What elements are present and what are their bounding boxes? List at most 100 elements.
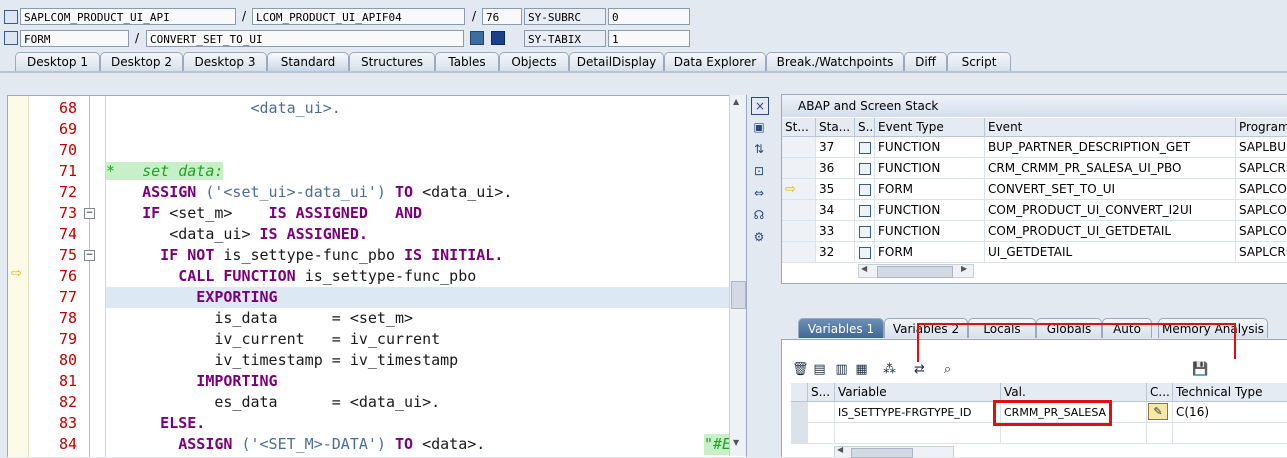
stack-event[interactable]: UI_GETDETAIL <box>985 242 1236 263</box>
table-row[interactable] <box>782 200 816 221</box>
tab-standard[interactable]: Standard <box>267 52 349 71</box>
var-col-header[interactable]: S... <box>808 383 835 402</box>
tab-memory-analysis[interactable]: Memory Analysis <box>1158 318 1268 338</box>
stack-program[interactable]: SAPLCOM <box>1236 221 1287 242</box>
delete-icon[interactable]: 🗑 <box>792 362 809 377</box>
tab-variables-1[interactable]: Variables 1 <box>798 318 884 338</box>
tab-tables[interactable]: Tables <box>435 52 499 71</box>
tab-objects[interactable]: Objects <box>499 52 569 71</box>
edit-icon[interactable]: ✎ <box>1148 403 1168 420</box>
row-selector[interactable] <box>791 402 808 423</box>
stack-event[interactable]: COM_PRODUCT_UI_GETDETAIL <box>985 221 1236 242</box>
stack-event-type[interactable]: FUNCTION <box>875 200 985 221</box>
editor-vertical-scrollbar[interactable]: ▲ ▼ <box>729 95 746 456</box>
stack-program[interactable]: SAPLCOM <box>1236 179 1287 200</box>
transfer-icon[interactable]: ⇄ <box>912 362 927 377</box>
tab-detaildisplay[interactable]: DetailDisplay <box>569 52 664 71</box>
stack-event-type[interactable]: FORM <box>875 179 985 200</box>
stack-event-type[interactable]: FUNCTION <box>875 158 985 179</box>
tab-script[interactable]: Script <box>947 52 1011 71</box>
stack-level[interactable]: 36 <box>816 158 855 179</box>
navigate-icon[interactable] <box>470 31 484 45</box>
empty-row[interactable] <box>808 423 835 444</box>
sy-tabix-value[interactable]: 1 <box>608 30 690 47</box>
event-type-field[interactable]: FORM <box>20 30 129 47</box>
tab-breakpoints[interactable]: Break./Watchpoints <box>766 52 904 71</box>
services-icon[interactable]: ☊ <box>751 207 767 223</box>
line-field[interactable]: 76 <box>482 8 522 25</box>
stack-level[interactable]: 34 <box>816 200 855 221</box>
row-selector[interactable] <box>791 423 808 444</box>
stack-event[interactable]: CRM_CRMM_PR_SALESA_UI_PBO <box>985 158 1236 179</box>
stack-event[interactable]: BUP_PARTNER_DESCRIPTION_GET <box>985 137 1236 158</box>
stack-event-type[interactable]: FORM <box>875 242 985 263</box>
tab-auto[interactable]: Auto <box>1102 318 1152 338</box>
insert-icon[interactable]: ▤ <box>812 362 827 377</box>
tab-variables-2[interactable]: Variables 2 <box>884 318 968 338</box>
tab-data-explorer[interactable]: Data Explorer <box>664 52 766 71</box>
tab-globals[interactable]: Globals <box>1036 318 1102 338</box>
maximize-icon[interactable]: ⊡ <box>751 163 767 179</box>
var-col-header[interactable]: Technical Type <box>1173 383 1287 402</box>
stack-program[interactable]: SAPLCRM <box>1236 242 1287 263</box>
hierarchy-icon[interactable]: ⁂ <box>882 362 897 377</box>
import-icon[interactable]: ▥ <box>834 362 849 377</box>
tab-locals[interactable]: Locals <box>968 318 1036 338</box>
stack-level[interactable]: 32 <box>816 242 855 263</box>
tab-diff[interactable]: Diff <box>904 52 947 71</box>
tab-desktop-2[interactable]: Desktop 2 <box>100 52 183 71</box>
stack-level[interactable]: 35 <box>816 179 855 200</box>
replace-tool-icon[interactable]: ⇅ <box>751 141 767 157</box>
stack-program[interactable]: SAPLCRM <box>1236 158 1287 179</box>
find-icon[interactable]: ⌕ <box>940 362 955 377</box>
stack-col-header[interactable]: St... <box>782 118 816 137</box>
empty-row[interactable] <box>1001 423 1147 444</box>
variables-horizontal-scrollbar[interactable]: ◀ <box>834 445 954 458</box>
export-icon[interactable]: ▦ <box>854 362 869 377</box>
stack-event-type[interactable]: FUNCTION <box>875 221 985 242</box>
line-number: 79 <box>58 330 77 348</box>
table-row[interactable] <box>782 158 816 179</box>
close-icon[interactable]: × <box>751 97 769 115</box>
sy-subrc-value[interactable]: 0 <box>608 8 690 25</box>
empty-row[interactable] <box>835 423 1001 444</box>
settings-icon[interactable]: ⚙ <box>751 229 767 245</box>
breakpoint-gutter[interactable]: ⇨ <box>8 96 29 457</box>
new-tool-icon[interactable]: ▣ <box>751 119 767 135</box>
var-col-header[interactable]: Variable <box>835 383 1001 402</box>
stack-level[interactable]: 33 <box>816 221 855 242</box>
stack-col-header[interactable]: Event Type <box>875 118 985 137</box>
code-area[interactable]: <data_ui>. * set data: ASSIGN ('<set_ui>… <box>105 96 732 457</box>
tab-desktop-1[interactable]: Desktop 1 <box>15 52 100 71</box>
tab-structures[interactable]: Structures <box>349 52 435 71</box>
stack-col-header[interactable]: S... <box>855 118 875 137</box>
table-row[interactable] <box>782 137 816 158</box>
empty-row[interactable] <box>1147 423 1173 444</box>
stack-col-header[interactable]: Event <box>985 118 1236 137</box>
form-icon <box>859 247 871 259</box>
var-col-header[interactable]: C... <box>1147 383 1173 402</box>
event-field[interactable]: CONVERT_SET_TO_UI <box>146 30 464 47</box>
stack-event[interactable]: COM_PRODUCT_UI_CONVERT_I2UI <box>985 200 1236 221</box>
var-name[interactable]: IS_SETTYPE-FRGTYPE_ID <box>835 402 1001 423</box>
info-icon[interactable] <box>491 31 505 45</box>
include-field[interactable]: LCOM_PRODUCT_UI_APIF04 <box>252 8 465 25</box>
table-row[interactable] <box>782 242 816 263</box>
fold-toggle-icon[interactable]: − <box>84 250 95 261</box>
table-row[interactable] <box>782 221 816 242</box>
save-icon[interactable]: 💾 <box>1192 362 1208 377</box>
stack-horizontal-scrollbar[interactable]: ◀ ▶ <box>858 264 974 278</box>
fold-toggle-icon[interactable]: − <box>84 208 95 219</box>
stack-program[interactable]: SAPLBUD <box>1236 137 1287 158</box>
program-field[interactable]: SAPLCOM_PRODUCT_UI_API <box>20 8 236 25</box>
stack-level[interactable]: 37 <box>816 137 855 158</box>
tab-desktop-3[interactable]: Desktop 3 <box>183 52 267 71</box>
empty-row[interactable] <box>1173 423 1287 444</box>
stack-col-header[interactable]: Sta... <box>816 118 855 137</box>
stack-program[interactable]: SAPLCOM <box>1236 200 1287 221</box>
swap-icon[interactable]: ⇔ <box>751 185 767 201</box>
code-editor[interactable]: ⇨ 68 69 70 71 72 73 74 75 76 77 78 79 80… <box>7 95 747 457</box>
stack-event[interactable]: CONVERT_SET_TO_UI <box>985 179 1236 200</box>
stack-col-header[interactable]: Program <box>1236 118 1287 137</box>
stack-event-type[interactable]: FUNCTION <box>875 137 985 158</box>
